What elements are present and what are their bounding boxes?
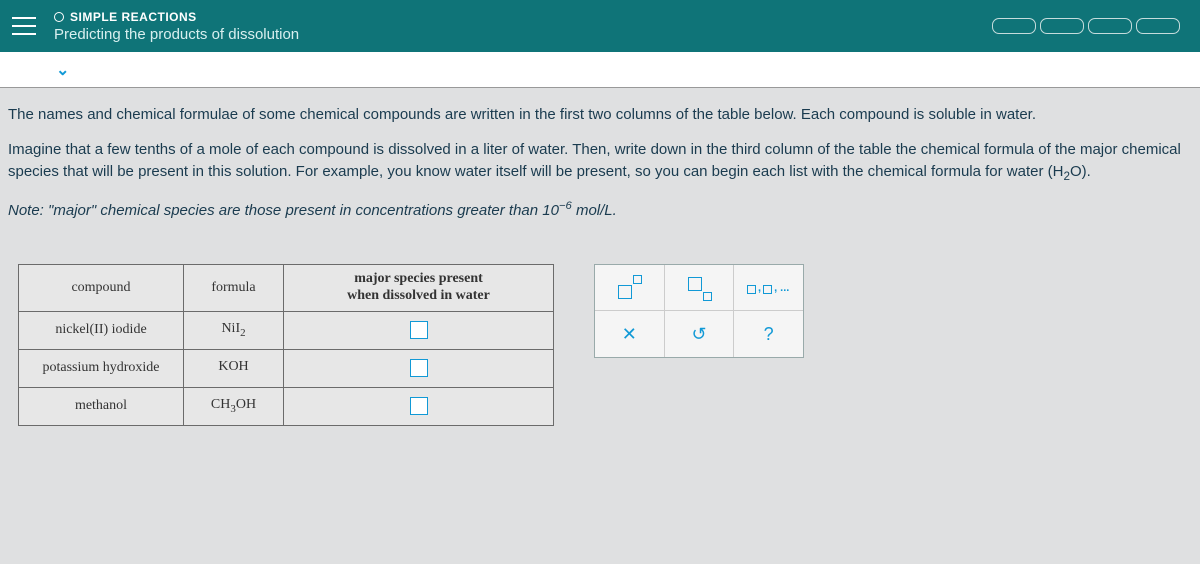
compound-name: nickel(II) iodide xyxy=(19,311,184,349)
table-row: nickel(II) iodide NiI2 xyxy=(19,311,554,349)
superscript-tool[interactable] xyxy=(595,265,665,310)
page-title: Predicting the products of dissolution xyxy=(54,26,299,43)
reset-button[interactable]: ↺ xyxy=(665,311,735,357)
compound-formula: CH3OH xyxy=(184,387,284,425)
problem-content: The names and chemical formulae of some … xyxy=(0,88,1200,246)
sequence-tool[interactable]: ,,... xyxy=(734,265,803,310)
clear-button[interactable]: ✕ xyxy=(595,311,665,357)
help-button[interactable]: ? xyxy=(734,311,803,357)
compound-name: potassium hydroxide xyxy=(19,349,184,387)
lower-area: compound formula major species present w… xyxy=(0,246,1200,426)
window-control-2[interactable] xyxy=(1040,18,1084,34)
table-row: methanol CH3OH xyxy=(19,387,554,425)
chevron-down-icon[interactable]: ⌄ xyxy=(56,60,69,80)
th-major: major species present when dissolved in … xyxy=(284,265,554,312)
app-header: SIMPLE REACTIONS Predicting the products… xyxy=(0,0,1200,52)
menu-icon[interactable] xyxy=(12,17,36,35)
window-controls xyxy=(992,18,1180,34)
category-label: SIMPLE REACTIONS xyxy=(70,10,197,24)
table-row: potassium hydroxide KOH xyxy=(19,349,554,387)
compound-table: compound formula major species present w… xyxy=(18,264,554,426)
paragraph-1: The names and chemical formulae of some … xyxy=(8,104,1192,127)
compound-formula: NiI2 xyxy=(184,311,284,349)
header-text: SIMPLE REACTIONS Predicting the products… xyxy=(54,10,299,43)
sub-bar: ⌄ xyxy=(0,52,1200,88)
answer-input[interactable] xyxy=(410,359,428,377)
tool-panel: ,,... ✕ ↺ ? xyxy=(594,264,804,358)
paragraph-2: Imagine that a few tenths of a mole of e… xyxy=(8,139,1192,186)
window-control-3[interactable] xyxy=(1088,18,1132,34)
compound-name: methanol xyxy=(19,387,184,425)
answer-input[interactable] xyxy=(410,397,428,415)
answer-input[interactable] xyxy=(410,321,428,339)
window-control-4[interactable] xyxy=(1136,18,1180,34)
th-formula: formula xyxy=(184,265,284,312)
subscript-tool[interactable] xyxy=(665,265,735,310)
category-circle-icon xyxy=(54,12,64,22)
compound-formula: KOH xyxy=(184,349,284,387)
window-control-1[interactable] xyxy=(992,18,1036,34)
th-compound: compound xyxy=(19,265,184,312)
note-line: Note: "major" chemical species are those… xyxy=(8,198,1192,223)
